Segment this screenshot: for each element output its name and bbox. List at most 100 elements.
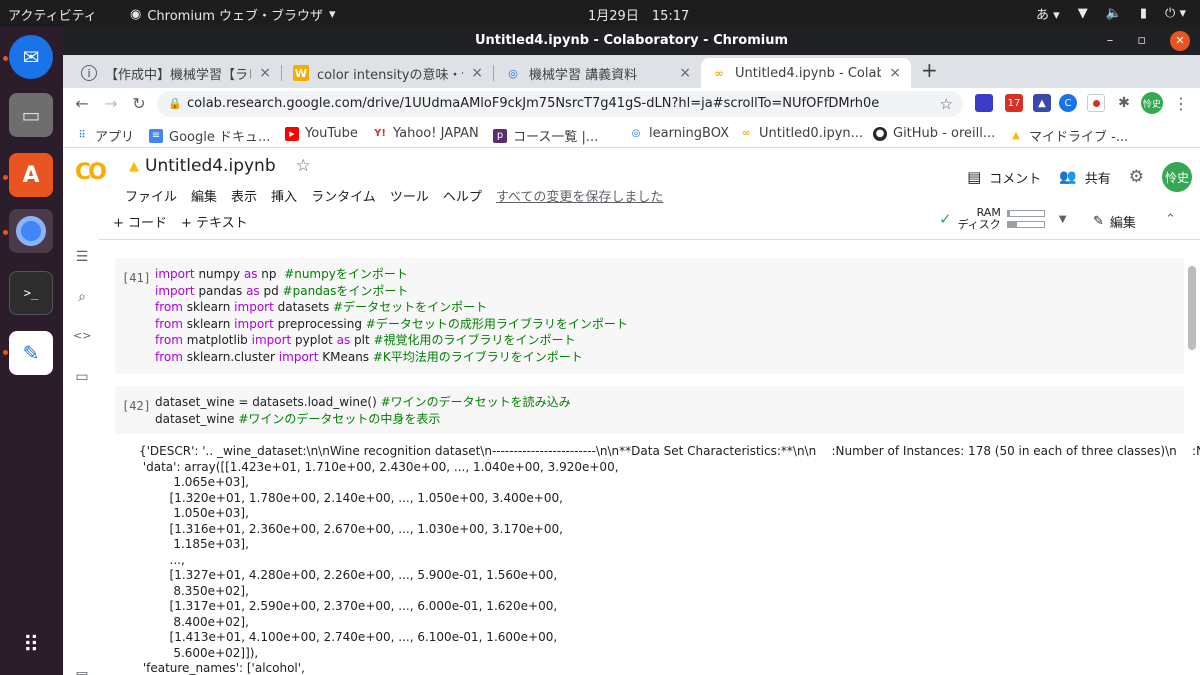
tab-ml-lecture[interactable]: ◎ 機械学習 講義資料 ×: [495, 58, 701, 88]
extension-icon[interactable]: [975, 94, 993, 112]
bookmark-label: コース一覧 |...: [513, 130, 599, 145]
bookmark-untitled0[interactable]: ∞ Untitled0.ipyn...: [739, 126, 863, 141]
menu-runtime[interactable]: ランタイム: [311, 186, 376, 205]
menu-file[interactable]: ファイル: [125, 186, 177, 205]
app-menu[interactable]: ◉ Chromium ウェブ・ブラウザ ▾: [130, 5, 336, 24]
bookmark-my-drive[interactable]: ▲ マイドライブ -...: [1009, 126, 1128, 145]
software-center-icon[interactable]: A: [9, 153, 53, 197]
tab-colab-untitled4[interactable]: ∞ Untitled4.ipynb - Colabora ×: [701, 58, 911, 88]
tab-close-icon[interactable]: ×: [471, 65, 483, 81]
notebook-title[interactable]: Untitled4.ipynb: [145, 156, 276, 176]
add-text-cell-button[interactable]: + テキスト: [181, 212, 248, 231]
save-status[interactable]: すべての変更を保存しました: [496, 186, 664, 205]
search-icon[interactable]: ⌕: [73, 289, 91, 307]
forward-icon[interactable]: →: [101, 94, 121, 113]
folder-icon[interactable]: ▭: [73, 369, 91, 387]
bookmark-label: Yahoo! JAPAN: [393, 126, 479, 141]
bookmark-label: マイドライブ -...: [1029, 130, 1129, 145]
menu-help[interactable]: ヘルプ: [443, 186, 482, 205]
edit-button[interactable]: ✎ 編集: [1093, 212, 1136, 231]
menu-edit[interactable]: 編集: [191, 186, 217, 205]
chevron-up-icon[interactable]: ⌃: [1165, 212, 1176, 227]
colab-logo[interactable]: CO: [75, 160, 107, 185]
battery-icon[interactable]: ▮: [1140, 6, 1147, 21]
new-tab-button[interactable]: +: [921, 58, 938, 82]
docs-icon: ≡: [149, 128, 163, 143]
close-icon[interactable]: ✕: [1170, 31, 1190, 51]
kebab-menu-icon[interactable]: ⋮: [1171, 94, 1191, 113]
toc-icon[interactable]: ☰: [73, 249, 91, 267]
back-icon[interactable]: ←: [72, 94, 92, 113]
code-line: dataset_wine #ワインのデータセットの中身を表示: [155, 411, 571, 428]
japan-flag-icon[interactable]: [1087, 94, 1105, 112]
chromium-dock-icon[interactable]: [9, 209, 53, 253]
bookmark-label: Untitled0.ipyn...: [759, 126, 864, 141]
add-code-cell-button[interactable]: + コード: [113, 212, 167, 231]
activities-button[interactable]: アクティビティ: [8, 5, 97, 24]
bookmark-course-list[interactable]: p コース一覧 |...: [493, 126, 598, 145]
code-cell[interactable]: [42] dataset_wine = datasets.load_wine()…: [115, 386, 1184, 434]
yahoo-icon: Y!: [374, 128, 386, 139]
lock-icon[interactable]: 🔒: [168, 91, 182, 117]
terminal-icon[interactable]: >_: [9, 271, 53, 315]
graduation-cap-icon[interactable]: ▲: [1033, 94, 1051, 112]
text-editor-icon[interactable]: ✎: [9, 331, 53, 375]
clock[interactable]: 1月29日 15:17: [588, 5, 689, 24]
menu-view[interactable]: 表示: [231, 186, 257, 205]
bookmark-apps[interactable]: ⠿ アプリ: [75, 126, 134, 145]
bookmark-star-icon[interactable]: ☆: [940, 91, 953, 117]
scrollbar[interactable]: [1188, 266, 1196, 350]
tab-close-icon[interactable]: ×: [259, 65, 271, 81]
bookmark-yahoo[interactable]: Y! Yahoo! JAPAN: [373, 126, 479, 141]
notebook-area[interactable]: [41] import numpy as np #numpyをインポート impo…: [99, 240, 1200, 675]
code-editor[interactable]: import numpy as np #numpyをインポート import pa…: [155, 266, 628, 366]
tab-close-icon[interactable]: ×: [889, 65, 901, 81]
profile-avatar[interactable]: 怜史: [1141, 92, 1163, 114]
output-line: ...,: [139, 552, 185, 567]
volume-icon[interactable]: 🔈: [1106, 6, 1122, 21]
gear-icon[interactable]: ⚙: [1129, 167, 1144, 187]
maximize-icon[interactable]: ▫: [1137, 27, 1146, 55]
power-menu-icon[interactable]: ⏻ ▾: [1165, 6, 1186, 21]
bookmark-youtube[interactable]: ▶ YouTube: [285, 126, 358, 141]
gmail-extension-icon[interactable]: 17: [1005, 94, 1023, 112]
tab-color-intensity[interactable]: W color intensityの意味・使 ×: [283, 58, 493, 88]
share-button[interactable]: 👥 共有: [1059, 168, 1110, 187]
menu-insert[interactable]: 挿入: [271, 186, 297, 205]
code-comment: #視覚化用のライブラリをインポート: [373, 333, 576, 348]
show-applications-icon[interactable]: ⠿: [9, 623, 53, 667]
input-method-indicator[interactable]: あ ▾: [1036, 4, 1060, 23]
comment-button[interactable]: ▤ コメント: [967, 168, 1041, 187]
tab-close-icon[interactable]: ×: [679, 65, 691, 81]
menu-tools[interactable]: ツール: [390, 186, 429, 205]
address-bar[interactable]: 🔒 colab.research.google.com/drive/1UUdma…: [157, 91, 963, 117]
reload-icon[interactable]: ↻: [129, 94, 149, 113]
minimize-icon[interactable]: –: [1107, 27, 1114, 55]
chevron-down-icon[interactable]: ▼: [1059, 214, 1067, 225]
bookmark-github[interactable]: ● GitHub - oreill...: [873, 126, 995, 141]
colab-icon: ∞: [741, 128, 751, 139]
bookmark-learningbox[interactable]: ◎ learningBOX: [629, 126, 729, 141]
code-comment: #K平均法用のライブラリをインポート: [372, 349, 583, 364]
code-editor[interactable]: dataset_wine = datasets.load_wine() #ワイン…: [155, 394, 571, 427]
resource-monitor[interactable]: ✓ RAM ディスク ▼: [939, 207, 1067, 231]
account-avatar[interactable]: 怜史: [1162, 162, 1192, 192]
files-icon[interactable]: ▭: [9, 93, 53, 137]
drive-icon: ▲: [129, 158, 139, 174]
weblio-icon: W: [293, 65, 309, 81]
puzzle-icon[interactable]: ✱: [1115, 94, 1133, 112]
bookmark-google-docs[interactable]: ≡ Google ドキュ...: [149, 126, 270, 145]
tab-ml-draft[interactable]: i 【作成中】機械学習【ラビ ×: [71, 58, 281, 88]
code-text: np: [257, 267, 285, 281]
code-cell[interactable]: [41] import numpy as np #numpyをインポート impo…: [115, 258, 1184, 374]
code-comment: #numpyをインポート: [284, 267, 408, 281]
running-indicator: [3, 230, 8, 235]
star-icon[interactable]: ☆: [296, 156, 311, 176]
code-snippets-icon[interactable]: <>: [73, 329, 91, 347]
tab-strip: i 【作成中】機械学習【ラビ × W color intensityの意味・使 …: [63, 55, 1200, 88]
code-text: sklearn: [182, 300, 235, 315]
thunderbird-icon[interactable]: ✉: [9, 35, 53, 79]
terminal-icon[interactable]: ▤: [73, 669, 91, 675]
c-extension-icon[interactable]: C: [1059, 94, 1077, 112]
wifi-icon[interactable]: ▼: [1078, 6, 1088, 21]
